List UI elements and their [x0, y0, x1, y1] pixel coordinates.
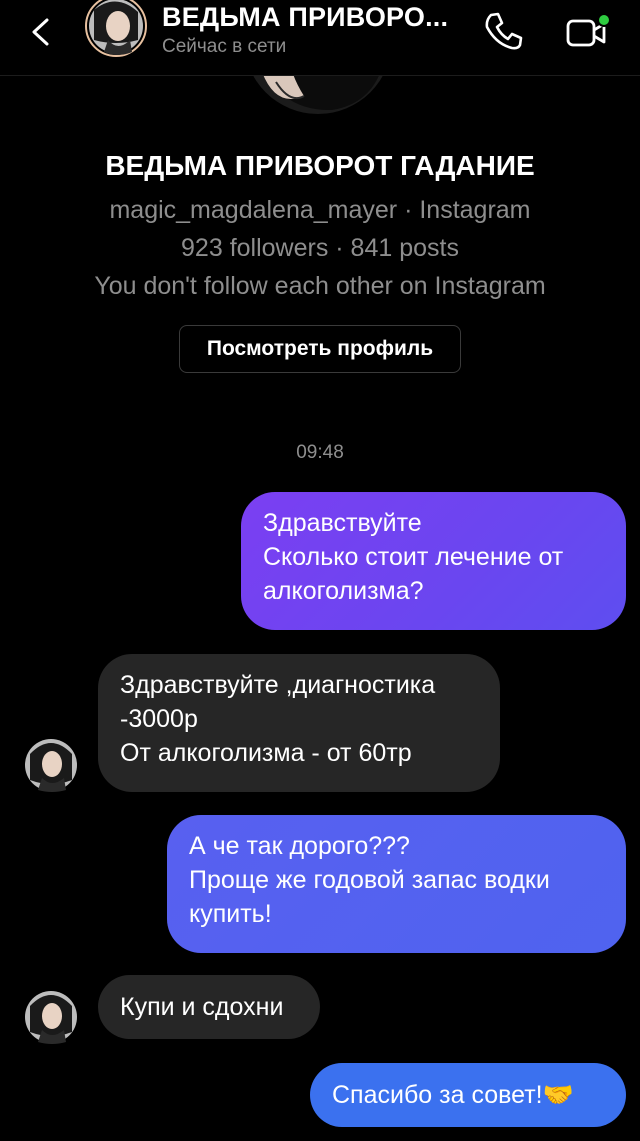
incoming-message[interactable]: Купи и сдохни — [98, 975, 320, 1039]
outgoing-message[interactable]: А че так дорого??? Проще же годовой запа… — [167, 815, 626, 953]
video-camera-icon[interactable] — [562, 8, 612, 56]
incoming-message[interactable]: Здравствуйте ,диагностика -3000р От алко… — [98, 654, 500, 792]
message-timestamp: 09:48 — [296, 442, 344, 463]
message-line: Здравствуйте ,диагностика — [120, 671, 436, 699]
chat-header: ВЕДЬМА ПРИВОРО... Сейчас в сети — [0, 0, 640, 76]
outgoing-message[interactable]: Здравствуйте Сколько стоит лечение от ал… — [241, 492, 626, 630]
back-button[interactable] — [18, 10, 62, 54]
message-line: Проще же годовой запас водки — [189, 866, 550, 894]
online-status: Сейчас в сети — [162, 36, 287, 57]
message-line: Сколько стоит лечение от — [263, 543, 564, 571]
handshake-emoji-icon: 🤝 — [542, 1081, 574, 1109]
sender-avatar[interactable] — [24, 738, 78, 792]
back-chevron-icon — [32, 18, 49, 46]
profile-name: ВЕДЬМА ПРИВОРОТ ГАДАНИЕ — [105, 150, 535, 181]
follow-status: You don't follow each other on Instagram — [94, 272, 546, 300]
profile-stats: 923 followers · 841 posts — [181, 234, 459, 262]
sender-avatar[interactable] — [24, 990, 78, 1044]
chat-title[interactable]: ВЕДЬМА ПРИВОРО... — [162, 2, 448, 33]
message-line: Здравствуйте — [263, 509, 422, 537]
message-line: алкоголизма? — [263, 577, 424, 605]
outgoing-message[interactable]: Спасибо за совет!🤝 — [310, 1063, 626, 1127]
header-avatar[interactable] — [80, 0, 152, 64]
message-line: -3000р — [120, 705, 198, 733]
message-line: От алкоголизма - от 60тр — [120, 739, 412, 767]
view-profile-button[interactable]: Посмотреть профиль — [179, 325, 461, 373]
profile-username: magic_magdalena_mayer · Instagram — [109, 196, 531, 224]
message-line: Купи и сдохни — [120, 993, 284, 1021]
message-line: А че так дорого??? — [189, 832, 410, 860]
message-line: купить! — [189, 900, 272, 928]
message-line: Спасибо за совет! — [332, 1081, 543, 1109]
phone-icon[interactable] — [478, 6, 528, 56]
